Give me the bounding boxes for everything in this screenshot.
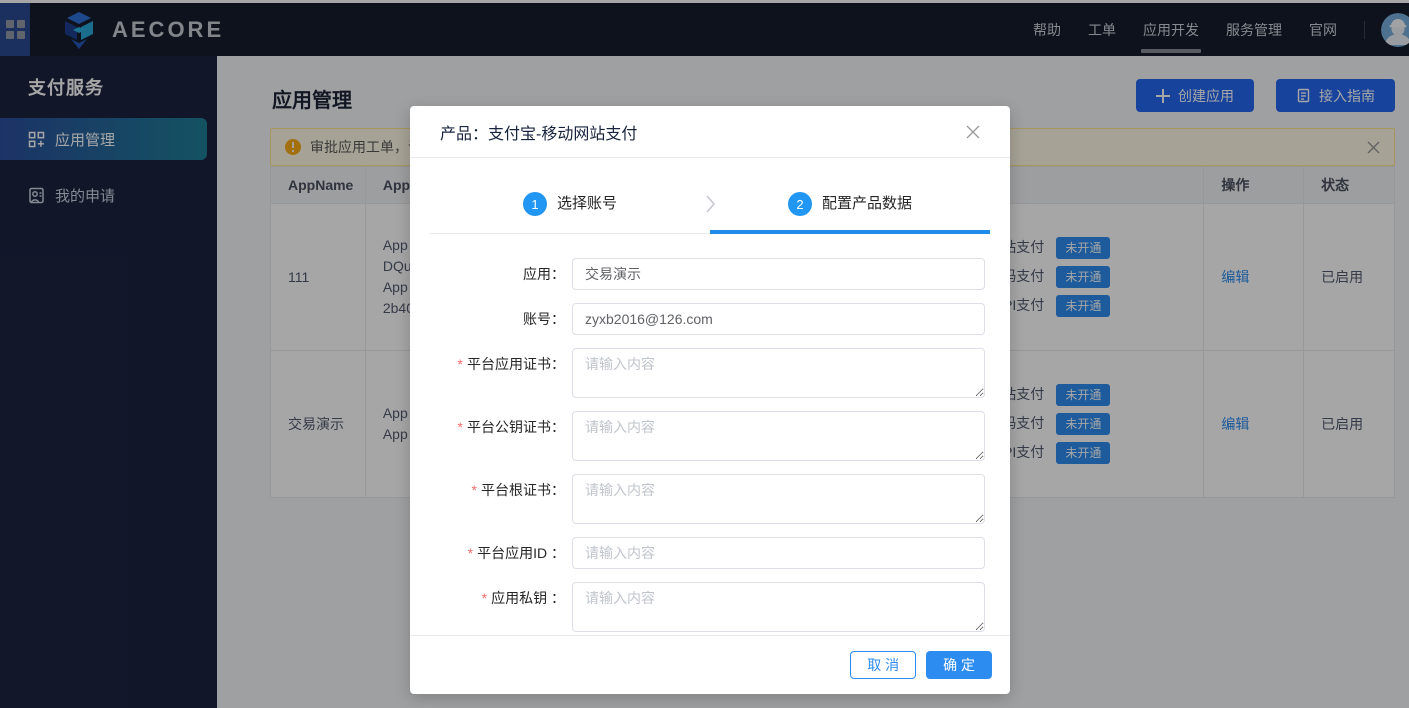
required-mark: * [458,419,463,435]
field-row-platform-public-key-cert: *平台公钥证书： [410,411,1010,461]
step-label: 选择账号 [557,192,617,216]
platform-public-key-cert-textarea[interactable] [572,411,985,461]
app-root: AECORE 帮助 工单 应用开发 服务管理 官网 [0,0,1409,708]
field-row-account: 账号： [410,303,1010,335]
field-row-platform-app-cert: *平台应用证书： [410,348,1010,398]
chevron-right-icon [701,194,719,219]
cancel-button[interactable]: 取 消 [850,651,916,679]
platform-app-cert-textarea[interactable] [572,348,985,398]
step-number: 1 [523,192,547,216]
required-mark: * [482,590,487,606]
product-config-form: 应用： 账号： *平台应用证书： *平台公钥证书： *平台根证书： *平台应用I… [410,258,1010,632]
app-input[interactable] [572,258,985,290]
modal-close-icon[interactable] [966,125,980,139]
field-row-app: 应用： [410,258,1010,290]
field-row-platform-root-cert: *平台根证书： [410,474,1010,524]
platform-root-cert-textarea[interactable] [572,474,985,524]
field-row-platform-app-id: *平台应用ID ： [410,537,1010,569]
step-label: 配置产品数据 [822,192,912,216]
app-private-key-textarea[interactable] [572,582,985,632]
modal-footer: 取 消 确 定 [410,635,1010,694]
product-config-modal: 产品：支付宝-移动网站支付 1 选择账号 2 配置产品数据 [410,106,1010,694]
step-configure-product[interactable]: 2 配置产品数据 [710,192,990,234]
step-select-account[interactable]: 1 选择账号 [430,192,710,234]
required-mark: * [458,356,463,372]
modal-header: 产品：支付宝-移动网站支付 [410,106,1010,158]
platform-app-id-input[interactable] [572,537,985,569]
confirm-button[interactable]: 确 定 [926,651,992,679]
wizard-steps: 1 选择账号 2 配置产品数据 [430,192,990,234]
required-mark: * [472,482,477,498]
field-row-app-private-key: *应用私钥 ： [410,582,1010,632]
account-input[interactable] [572,303,985,335]
step-number: 2 [788,192,812,216]
modal-title: 产品：支付宝-移动网站支付 [440,120,637,144]
required-mark: * [468,545,473,561]
